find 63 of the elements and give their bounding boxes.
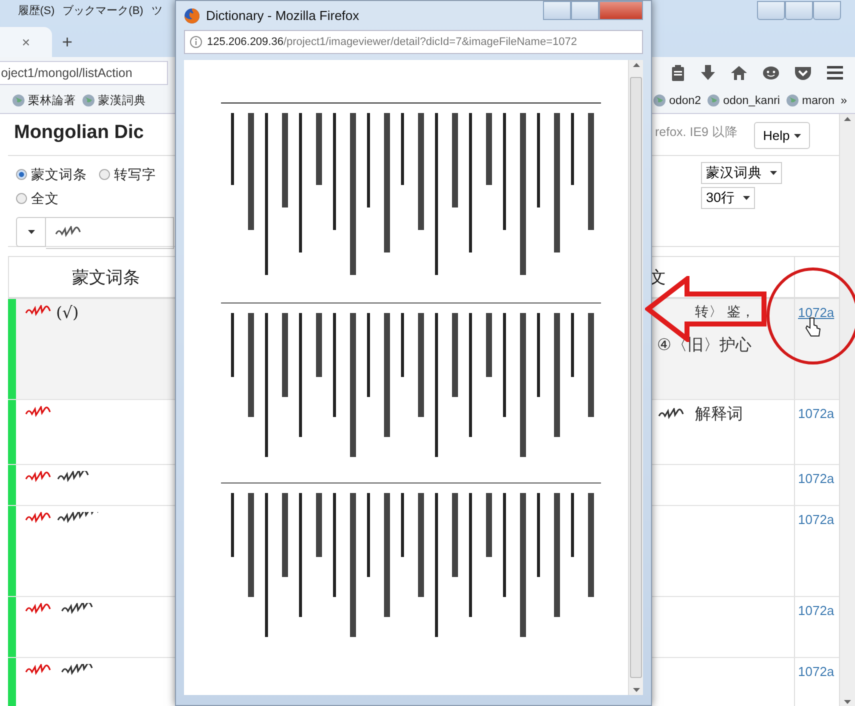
minimize-button[interactable]	[757, 0, 785, 20]
page-link[interactable]: 1072a	[798, 471, 834, 486]
definition-text: 解释词	[695, 405, 743, 425]
search-mode-radio[interactable]: 全文	[16, 188, 59, 209]
scroll-up-icon	[632, 63, 640, 67]
notice-text: refox. IE9 以降	[655, 124, 738, 141]
globe-icon	[12, 94, 25, 107]
caret-icon	[770, 171, 777, 175]
new-tab-button[interactable]: +	[62, 32, 73, 57]
scroll-up-icon	[844, 117, 851, 121]
page-link[interactable]: 1072a	[798, 664, 834, 679]
check-mark-text: (√)	[56, 303, 79, 322]
page-link[interactable]: 1072a	[798, 603, 834, 618]
info-icon	[190, 36, 202, 48]
menu-item[interactable]: ツ	[151, 2, 162, 18]
hand-cursor-icon	[805, 317, 821, 339]
clipboard-icon[interactable]	[671, 64, 685, 80]
search-field[interactable]	[46, 217, 174, 249]
close-button[interactable]	[599, 1, 643, 20]
globe-icon	[786, 94, 799, 107]
dictionary-select[interactable]: 蒙汉词典	[701, 162, 782, 184]
globe-icon	[82, 94, 95, 107]
scrollbar[interactable]	[628, 60, 643, 695]
page-link[interactable]: 1072a	[798, 512, 834, 527]
address-bar[interactable]: oject1/mongol/listAction	[0, 60, 168, 84]
page-link[interactable]: 1072a	[798, 305, 834, 320]
caret-icon	[794, 134, 801, 138]
scroll-down-icon	[632, 688, 640, 692]
dropdown-button[interactable]	[16, 217, 46, 247]
minimize-button[interactable]	[543, 1, 571, 20]
address-bar[interactable]: 125.206.209.36/project1/imageviewer/detail?dicId=7&imageFileName=1072	[184, 30, 643, 54]
search-mode-radio[interactable]: 转写字	[99, 164, 156, 185]
window-title: Dictionary - Mozilla Firefox	[206, 8, 360, 23]
maximize-button[interactable]	[785, 0, 813, 20]
search-mode-radio[interactable]: 蒙文词条	[16, 164, 87, 185]
scrollbar[interactable]	[839, 114, 855, 706]
firefox-logo-icon	[184, 8, 200, 24]
definition-text: 转〉 鉴，	[695, 303, 755, 321]
rows-select[interactable]: 30行	[701, 187, 756, 209]
caret-icon	[743, 196, 750, 200]
page-title: Mongolian Dic	[13, 121, 145, 145]
bookmark-link[interactable]: maron	[802, 94, 835, 106]
bookmark-link[interactable]: odon2	[669, 94, 702, 106]
scroll-down-icon	[844, 700, 851, 704]
more-bookmarks-button[interactable]: »	[840, 94, 847, 106]
page-link[interactable]: 1072a	[798, 406, 834, 421]
browser-tab[interactable]: ×	[0, 27, 52, 57]
caret-icon	[28, 230, 34, 234]
menu-item[interactable]: ブックマーク(B)	[62, 2, 144, 18]
bookmark-link[interactable]: odon_kanri	[723, 94, 780, 106]
help-button[interactable]: Help	[754, 122, 810, 149]
globe-icon	[707, 94, 720, 107]
globe-icon	[653, 94, 666, 107]
pocket-icon[interactable]	[795, 66, 811, 80]
maximize-button[interactable]	[571, 1, 599, 20]
bookmark-link[interactable]: 蒙漢詞典	[98, 93, 146, 108]
menu-icon[interactable]	[827, 66, 843, 80]
download-icon[interactable]	[701, 64, 715, 80]
chat-icon[interactable]	[763, 66, 779, 80]
menu-item[interactable]: 履歴(S)	[18, 2, 55, 18]
home-icon[interactable]	[731, 64, 747, 80]
close-button[interactable]	[813, 0, 841, 20]
bookmark-link[interactable]: 栗林論著	[28, 93, 76, 108]
